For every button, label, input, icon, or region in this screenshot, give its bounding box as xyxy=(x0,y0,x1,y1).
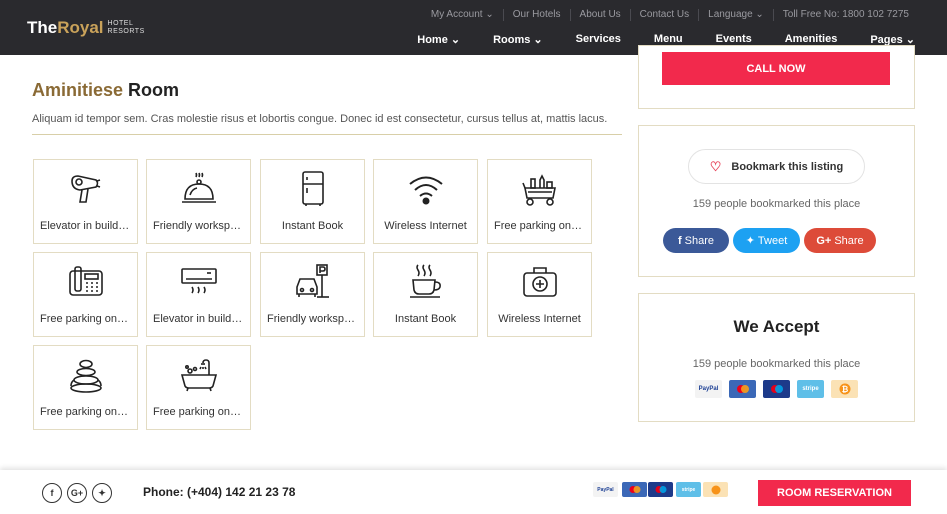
maestro-icon xyxy=(763,380,790,398)
bookmark-count: 159 people bookmarked this place xyxy=(692,198,861,210)
facebook-share-button[interactable]: f Share xyxy=(663,228,729,253)
nav-services[interactable]: Services xyxy=(576,33,621,46)
paypal-icon: PayPal xyxy=(695,380,722,398)
svg-text:₿: ₿ xyxy=(841,385,848,394)
amenity-label: Free parking on premises xyxy=(494,220,585,232)
paypal-icon: PayPal xyxy=(593,482,618,497)
amenity-label: Free parking on premises xyxy=(40,313,131,325)
amenity-card: Wireless Internet xyxy=(487,252,592,337)
wifi-icon xyxy=(374,170,477,208)
mastercard-icon xyxy=(622,482,647,497)
twitter-icon[interactable]: ✦ xyxy=(92,483,112,503)
top-link-my-account[interactable]: My Account ⌄ xyxy=(422,9,503,21)
stripe-icon: stripe xyxy=(676,482,701,497)
parking-car-icon xyxy=(261,263,364,301)
twitter-icon: ✦ xyxy=(745,235,755,247)
facebook-icon: f xyxy=(677,234,682,247)
nav-home[interactable]: Home ⌄ xyxy=(417,33,460,46)
top-link-language[interactable]: Language ⌄ xyxy=(698,9,773,21)
coffee-cup-icon xyxy=(374,263,477,301)
call-now-button[interactable]: CALL NOW xyxy=(662,52,890,85)
stripe-icon: stripe xyxy=(797,380,824,398)
amenity-label: Free parking on premises xyxy=(153,406,244,418)
top-navigation: My Account ⌄ Our Hotels About Us Contact… xyxy=(422,9,918,21)
footer-phone: Phone: (+404) 142 21 23 78 xyxy=(143,485,296,499)
amenity-label: Wireless Internet xyxy=(384,220,467,232)
amenity-card: Free parking on premises xyxy=(487,159,592,244)
top-link-contact-us[interactable]: Contact Us xyxy=(629,9,698,21)
amenity-card: Free parking on premises xyxy=(33,252,138,337)
amenity-label: Instant Book xyxy=(394,313,457,325)
logo-subtitle: HOTEL RESORTS xyxy=(107,20,145,35)
bookmark-label: Bookmark this listing xyxy=(731,160,844,173)
bitcoin-icon: ₿ xyxy=(831,380,858,398)
room-service-icon xyxy=(147,170,250,208)
twitter-share-button[interactable]: ✦ Tweet xyxy=(733,228,800,253)
top-link-about-us[interactable]: About Us xyxy=(569,9,630,21)
amenity-label: Instant Book xyxy=(281,220,344,232)
toll-free-number: Toll Free No: 1800 102 7275 xyxy=(772,9,918,21)
amenity-card: Instant Book xyxy=(260,159,365,244)
amenity-card: Elevator in building xyxy=(146,252,251,337)
maestro-icon xyxy=(648,482,673,497)
page-description: Aliquam id tempor sem. Cras molestie ris… xyxy=(32,113,608,125)
amenity-card: Friendly workspace xyxy=(260,252,365,337)
amenity-label: Free parking on premises xyxy=(40,406,131,418)
telephone-icon xyxy=(34,263,137,301)
site-logo[interactable]: The Royal HOTEL RESORTS xyxy=(27,18,145,38)
amenity-label: Elevator in building xyxy=(153,313,244,325)
bathtub-icon xyxy=(147,356,250,394)
amenity-card: Instant Book xyxy=(373,252,478,337)
we-accept-title: We Accept xyxy=(733,317,820,336)
amenity-label: Wireless Internet xyxy=(498,313,581,325)
first-aid-kit-icon xyxy=(488,263,591,301)
amenity-label: Friendly workspace xyxy=(267,313,358,325)
accept-count: 159 people bookmarked this place xyxy=(692,358,861,370)
heart-icon: ♡ xyxy=(709,158,722,174)
divider xyxy=(32,134,622,135)
bar-cart-icon xyxy=(488,170,591,208)
logo-royal: Royal xyxy=(57,18,104,37)
page-title: Aminitiese Room xyxy=(32,80,180,100)
mastercard-icon xyxy=(729,380,756,398)
facebook-icon[interactable]: f xyxy=(42,483,62,503)
bitcoin-icon xyxy=(703,482,728,497)
google-plus-icon: G+ xyxy=(816,234,832,247)
air-conditioner-icon xyxy=(147,263,250,301)
amenity-card: Wireless Internet xyxy=(373,159,478,244)
amenity-card: Free parking on premises xyxy=(33,345,138,430)
fridge-icon xyxy=(261,170,364,208)
logo-the: The xyxy=(27,18,58,37)
google-plus-share-button[interactable]: G+ Share xyxy=(804,228,876,253)
amenity-card: Elevator in building xyxy=(33,159,138,244)
amenity-card: Free parking on premises xyxy=(146,345,251,430)
amenity-card: Friendly workspace xyxy=(146,159,251,244)
bookmark-button[interactable]: ♡ Bookmark this listing xyxy=(688,149,865,184)
spa-stones-icon xyxy=(34,356,137,394)
nav-rooms[interactable]: Rooms ⌄ xyxy=(493,33,543,46)
amenity-label: Friendly workspace xyxy=(153,220,244,232)
hair-dryer-icon xyxy=(34,170,137,208)
google-plus-icon[interactable]: G+ xyxy=(67,483,87,503)
room-reservation-button[interactable]: ROOM RESERVATION xyxy=(758,480,911,506)
top-link-our-hotels[interactable]: Our Hotels xyxy=(502,9,570,21)
amenity-label: Elevator in building xyxy=(40,220,131,232)
